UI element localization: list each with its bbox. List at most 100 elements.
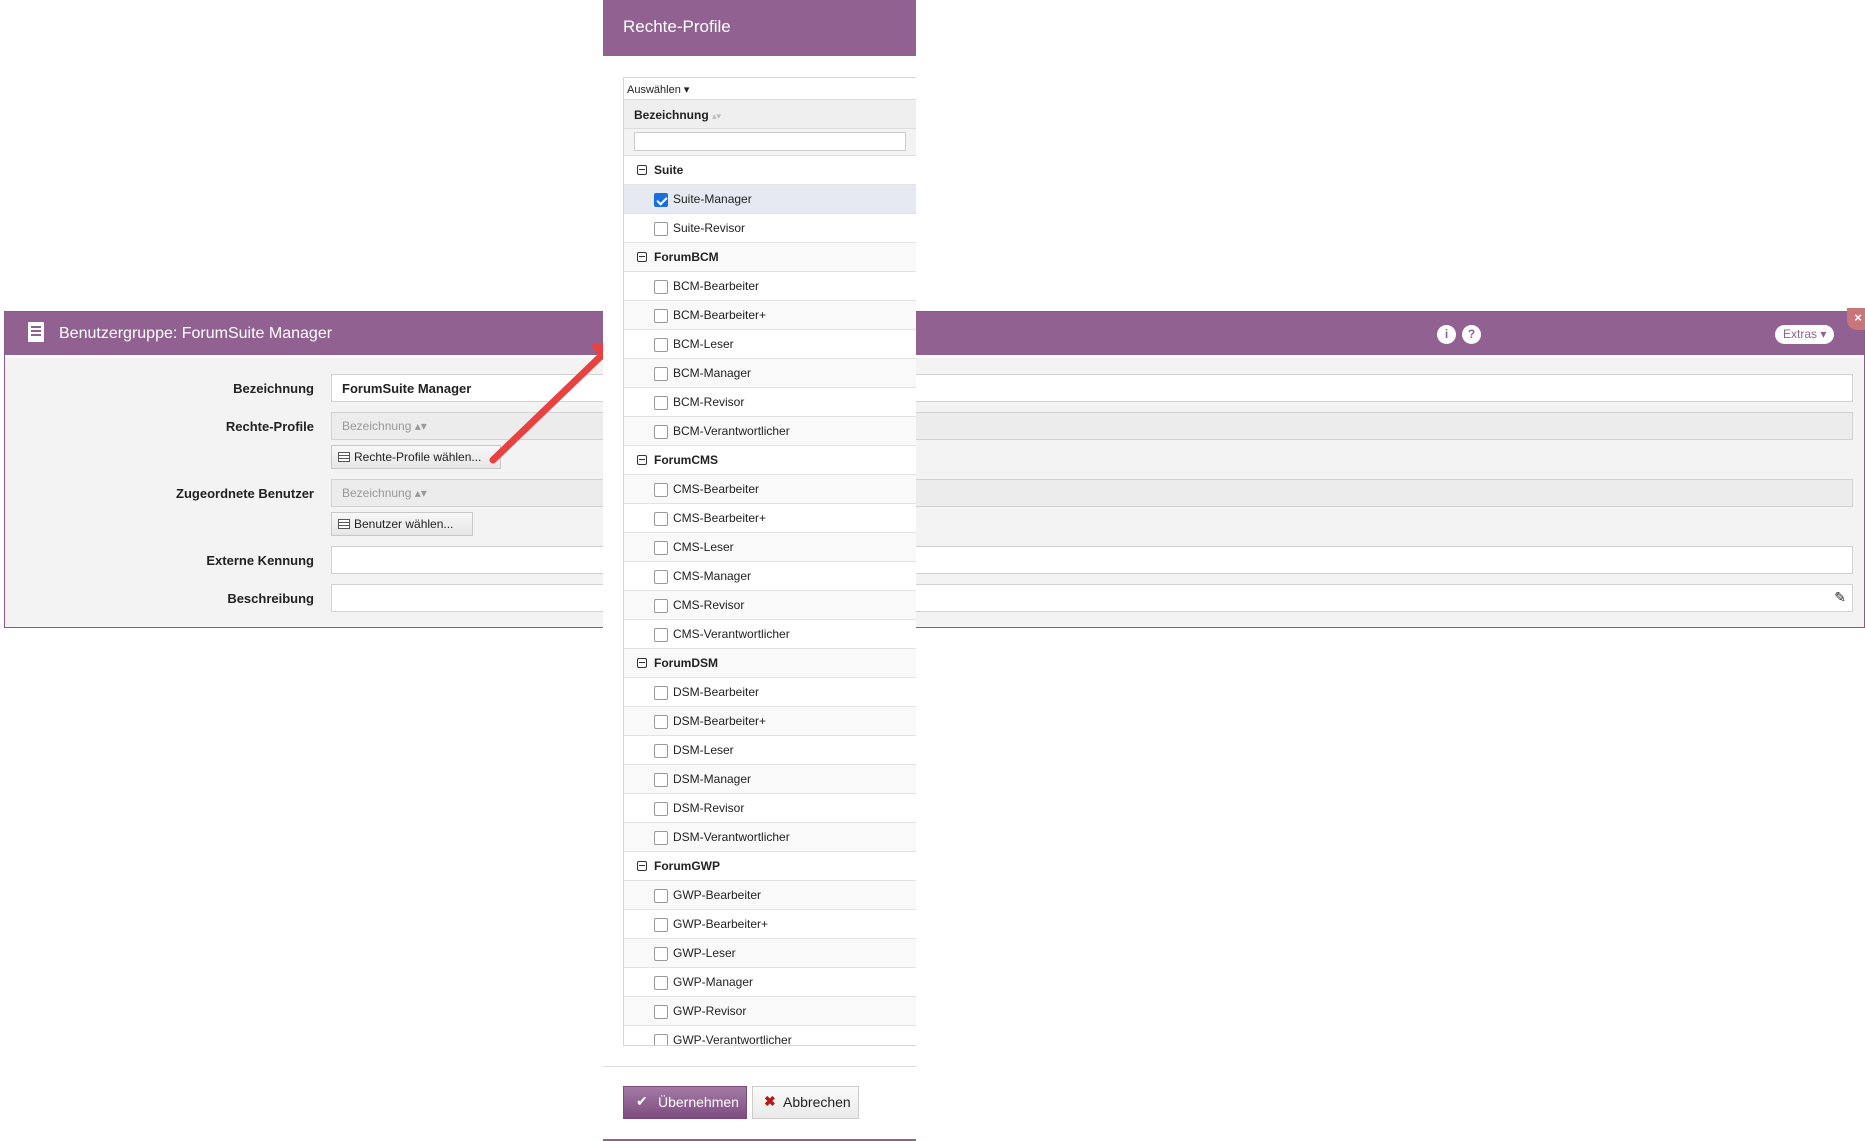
profile-row[interactable]: DSM-Manager xyxy=(624,765,916,794)
group-row[interactable]: ForumDSM xyxy=(624,649,916,678)
checkbox[interactable] xyxy=(654,1034,668,1045)
profile-label: CMS-Manager xyxy=(673,569,752,583)
profile-row[interactable]: DSM-Revisor xyxy=(624,794,916,823)
profile-row[interactable]: BCM-Leser xyxy=(624,330,916,359)
checkbox[interactable] xyxy=(654,512,668,526)
filter-input[interactable] xyxy=(634,132,906,151)
checkbox[interactable] xyxy=(654,889,668,903)
profile-label: GWP-Revisor xyxy=(673,1004,747,1018)
column-label: Bezeichnung xyxy=(634,108,709,122)
profile-label: GWP-Leser xyxy=(673,946,736,960)
abbrechen-button[interactable]: ✖ Abbrechen xyxy=(752,1086,859,1119)
profile-row[interactable]: CMS-Revisor xyxy=(624,591,916,620)
profile-grid: Auswählen ▾ Bezeichnung ▴▾ Suite Suite-Ma… xyxy=(623,77,916,1046)
button-label: Übernehmen xyxy=(658,1094,739,1110)
collapse-icon[interactable] xyxy=(637,455,647,465)
uebernehmen-button[interactable]: ✔ Übernehmen xyxy=(623,1086,747,1119)
profile-label: CMS-Bearbeiter+ xyxy=(673,511,767,525)
profile-row[interactable]: CMS-Bearbeiter+ xyxy=(624,504,916,533)
checkbox[interactable] xyxy=(654,802,668,816)
profile-row[interactable]: CMS-Leser xyxy=(624,533,916,562)
profile-row[interactable]: GWP-Manager xyxy=(624,968,916,997)
group-row[interactable]: Suite xyxy=(624,156,916,185)
profile-label: DSM-Leser xyxy=(673,743,734,757)
profile-label: DSM-Bearbeiter+ xyxy=(673,714,767,728)
profile-row[interactable]: DSM-Verantwortlicher xyxy=(624,823,916,852)
profile-row[interactable]: Suite-Manager xyxy=(624,185,916,214)
profile-label: CMS-Revisor xyxy=(673,598,745,612)
profile-row[interactable]: DSM-Leser xyxy=(624,736,916,765)
profile-row[interactable]: GWP-Revisor xyxy=(624,997,916,1026)
profile-row[interactable]: GWP-Leser xyxy=(624,939,916,968)
profile-label: BCM-Bearbeiter+ xyxy=(673,308,767,322)
profile-label: BCM-Leser xyxy=(673,337,734,351)
profile-row[interactable]: BCM-Verantwortlicher xyxy=(624,417,916,446)
checkbox[interactable] xyxy=(654,309,668,323)
profile-label: GWP-Manager xyxy=(673,975,754,989)
checkbox[interactable] xyxy=(654,686,668,700)
profile-row[interactable]: GWP-Bearbeiter+ xyxy=(624,910,916,939)
modal-title: Rechte-Profile xyxy=(603,0,916,56)
checkbox[interactable] xyxy=(654,280,668,294)
profile-label: GWP-Bearbeiter+ xyxy=(673,917,769,931)
profile-label: BCM-Manager xyxy=(673,366,752,380)
group-row[interactable]: ForumCMS xyxy=(624,446,916,475)
checkbox[interactable] xyxy=(654,193,668,207)
checkbox[interactable] xyxy=(654,773,668,787)
checkbox[interactable] xyxy=(654,599,668,613)
annotation-arrow xyxy=(489,339,618,464)
checkbox[interactable] xyxy=(654,831,668,845)
profile-row[interactable]: BCM-Bearbeiter xyxy=(624,272,916,301)
checkbox[interactable] xyxy=(654,628,668,642)
profile-row[interactable]: DSM-Bearbeiter xyxy=(624,678,916,707)
checkbox[interactable] xyxy=(654,715,668,729)
checkbox[interactable] xyxy=(654,483,668,497)
profile-row[interactable]: GWP-Verantwortlicher xyxy=(624,1026,916,1045)
profile-row[interactable]: DSM-Bearbeiter+ xyxy=(624,707,916,736)
collapse-icon[interactable] xyxy=(637,165,647,175)
checkbox[interactable] xyxy=(654,1005,668,1019)
profile-row[interactable]: CMS-Verantwortlicher xyxy=(624,620,916,649)
collapse-icon[interactable] xyxy=(637,861,647,871)
profile-label: BCM-Revisor xyxy=(673,395,745,409)
checkbox[interactable] xyxy=(654,744,668,758)
checkbox[interactable] xyxy=(654,222,668,236)
profile-row[interactable]: BCM-Revisor xyxy=(624,388,916,417)
sort-icon[interactable]: ▴▾ xyxy=(712,111,721,121)
checkbox[interactable] xyxy=(654,976,668,990)
profile-label: CMS-Verantwortlicher xyxy=(673,627,790,641)
check-icon: ✔ xyxy=(636,1093,648,1109)
checkbox[interactable] xyxy=(654,918,668,932)
column-header-bezeichnung[interactable]: Bezeichnung ▴▾ xyxy=(624,100,916,129)
group-label: ForumCMS xyxy=(654,453,718,467)
profile-label: DSM-Bearbeiter xyxy=(673,685,760,699)
profile-row[interactable]: BCM-Bearbeiter+ xyxy=(624,301,916,330)
checkbox[interactable] xyxy=(654,425,668,439)
group-label: Suite xyxy=(654,163,684,177)
profile-label: BCM-Bearbeiter xyxy=(673,279,760,293)
divider xyxy=(603,1066,916,1067)
profile-label: Suite-Revisor xyxy=(673,221,746,235)
profile-row[interactable]: GWP-Bearbeiter xyxy=(624,881,916,910)
checkbox[interactable] xyxy=(654,947,668,961)
profile-row[interactable]: BCM-Manager xyxy=(624,359,916,388)
collapse-icon[interactable] xyxy=(637,252,647,262)
profile-label: Suite-Manager xyxy=(673,192,752,206)
profile-row[interactable]: CMS-Bearbeiter xyxy=(624,475,916,504)
group-label: ForumDSM xyxy=(654,656,718,670)
checkbox[interactable] xyxy=(654,367,668,381)
checkbox[interactable] xyxy=(654,570,668,584)
group-row[interactable]: ForumGWP xyxy=(624,852,916,881)
button-label: Abbrechen xyxy=(783,1094,851,1110)
checkbox[interactable] xyxy=(654,338,668,352)
collapse-icon[interactable] xyxy=(637,658,647,668)
group-label: ForumGWP xyxy=(654,859,720,873)
profile-label: GWP-Bearbeiter xyxy=(673,888,762,902)
select-menu[interactable]: Auswählen ▾ xyxy=(624,78,916,100)
checkbox[interactable] xyxy=(654,396,668,410)
profile-row[interactable]: Suite-Revisor xyxy=(624,214,916,243)
profile-list[interactable]: Suite Suite-Manager Suite-Revisor ForumBCM B… xyxy=(624,156,916,1045)
checkbox[interactable] xyxy=(654,541,668,555)
group-row[interactable]: ForumBCM xyxy=(624,243,916,272)
profile-row[interactable]: CMS-Manager xyxy=(624,562,916,591)
